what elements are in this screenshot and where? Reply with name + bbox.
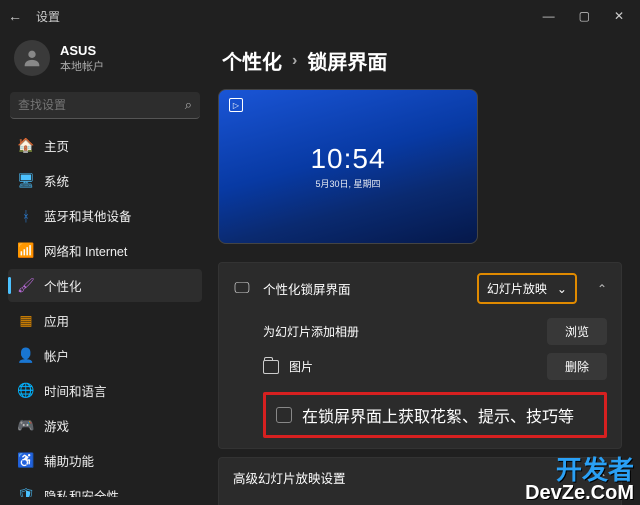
sidebar-item[interactable]: 🌐 时间和语言 <box>8 374 202 407</box>
sidebar-item[interactable]: 🖥 系统 <box>8 164 202 197</box>
delete-button[interactable]: 删除 <box>547 353 607 380</box>
advanced-label: 高级幻灯片放映设置 <box>233 468 577 487</box>
close-button[interactable]: ✕ <box>614 9 624 23</box>
tips-checkbox-row[interactable]: 在锁屏界面上获取花絮、提示、技巧等 <box>263 392 607 438</box>
lockscreen-preview: ▷ 10:54 5月30日, 星期四 <box>218 89 478 244</box>
search-icon: ⌕ <box>185 97 192 113</box>
search-box[interactable]: ⌕ <box>10 92 200 119</box>
chevron-right-icon: › <box>292 52 297 70</box>
sidebar-item[interactable]: 🛡 隐私和安全性 <box>8 479 202 497</box>
profile-account: 本地帐户 <box>60 58 104 74</box>
sidebar-item[interactable]: ᚼ 蓝牙和其他设备 <box>8 199 202 232</box>
nav-icon: 🖌 <box>18 278 34 294</box>
nav-label: 系统 <box>44 171 69 190</box>
search-input[interactable] <box>18 98 185 112</box>
preview-date: 5月30日, 星期四 <box>315 177 380 190</box>
lockscreen-type-dropdown[interactable]: 幻灯片放映 ⌄ <box>477 273 577 304</box>
sidebar-item[interactable]: 👤 帐户 <box>8 339 202 372</box>
personalize-lockscreen-panel: 🖵 个性化锁屏界面 幻灯片放映 ⌄ ⌃ 为幻灯片添加相册 浏览 图片 删除 <box>218 262 622 449</box>
advanced-header-row[interactable]: 高级幻灯片放映设置 ⌃ <box>219 458 621 497</box>
tips-label: 在锁屏界面上获取花絮、提示、技巧等 <box>302 403 574 427</box>
nav-icon: 📶 <box>18 243 34 259</box>
add-album-row: 为幻灯片添加相册 浏览 <box>263 318 607 345</box>
nav-label: 隐私和安全性 <box>44 486 119 497</box>
nav-label: 蓝牙和其他设备 <box>44 206 132 225</box>
dropdown-value: 幻灯片放映 <box>487 280 547 297</box>
window-title: 设置 <box>36 8 60 25</box>
nav-label: 网络和 Internet <box>44 241 127 260</box>
main-content: 个性化 › 锁屏界面 ▷ 10:54 5月30日, 星期四 🖵 个性化锁屏界面 … <box>210 32 640 505</box>
collapse-icon[interactable]: ⌃ <box>597 282 607 296</box>
back-button[interactable]: ← <box>8 8 28 24</box>
nav-icon: ♿ <box>18 453 34 469</box>
tips-checkbox[interactable] <box>276 407 292 423</box>
page-title: 锁屏界面 <box>307 46 387 75</box>
nav-label: 游戏 <box>44 416 69 435</box>
profile-name: ASUS <box>60 43 104 58</box>
browse-button[interactable]: 浏览 <box>547 318 607 345</box>
include-onedrive-row[interactable]: 包含来自此电脑和 OneDrive 的本机照片文件夹 <box>243 501 607 505</box>
nav-label: 主页 <box>44 136 69 155</box>
profile-block[interactable]: ASUS 本地帐户 <box>8 36 202 86</box>
monitor-icon: 🖵 <box>233 280 251 298</box>
nav-icon: 🖥 <box>18 173 34 189</box>
nav-label: 帐户 <box>44 346 69 365</box>
nav-icon: ▦ <box>18 313 34 329</box>
preview-time: 10:54 <box>310 143 385 175</box>
nav-list: 🏠 主页 🖥 系统 ᚼ 蓝牙和其他设备 📶 网络和 Internet 🖌 个性化 ▦ 应用 👤 帐户 🌐 时间… <box>8 129 202 497</box>
breadcrumb: 个性化 › 锁屏界面 <box>222 46 622 75</box>
avatar <box>14 40 50 76</box>
sidebar-item[interactable]: 🎮 游戏 <box>8 409 202 442</box>
sidebar-item[interactable]: ♿ 辅助功能 <box>8 444 202 477</box>
chevron-down-icon: ⌄ <box>557 282 567 296</box>
nav-icon: 🎮 <box>18 418 34 434</box>
advanced-slideshow-panel: 高级幻灯片放映设置 ⌃ 包含来自此电脑和 OneDrive 的本机照片文件夹 仅… <box>218 457 622 505</box>
sidebar-item[interactable]: ▦ 应用 <box>8 304 202 337</box>
nav-label: 应用 <box>44 311 69 330</box>
sidebar-item[interactable]: 📶 网络和 Internet <box>8 234 202 267</box>
folder-icon <box>263 360 279 374</box>
minimize-button[interactable]: ― <box>543 9 555 23</box>
window-controls: ― ▢ ✕ <box>543 9 632 23</box>
camera-icon: ▷ <box>229 98 243 112</box>
nav-icon: ᚼ <box>18 208 34 224</box>
panel-header-row[interactable]: 🖵 个性化锁屏界面 幻灯片放映 ⌄ ⌃ <box>219 263 621 314</box>
titlebar: ← 设置 ― ▢ ✕ <box>0 0 640 32</box>
nav-icon: 🌐 <box>18 383 34 399</box>
pictures-row: 图片 删除 <box>263 353 607 380</box>
collapse-icon[interactable]: ⌃ <box>597 471 607 485</box>
breadcrumb-parent[interactable]: 个性化 <box>222 46 282 75</box>
nav-icon: 🛡 <box>18 488 34 497</box>
nav-icon: 👤 <box>18 348 34 364</box>
sidebar-item[interactable]: 🏠 主页 <box>8 129 202 162</box>
nav-label: 个性化 <box>44 276 82 295</box>
nav-label: 辅助功能 <box>44 451 94 470</box>
sidebar: ASUS 本地帐户 ⌕ 🏠 主页 🖥 系统 ᚼ 蓝牙和其他设备 📶 网络和 Internet 🖌… <box>0 32 210 505</box>
nav-icon: 🏠 <box>18 138 34 154</box>
maximize-button[interactable]: ▢ <box>579 9 590 23</box>
sidebar-item[interactable]: 🖌 个性化 <box>8 269 202 302</box>
nav-label: 时间和语言 <box>44 381 107 400</box>
panel-label: 个性化锁屏界面 <box>263 279 465 298</box>
